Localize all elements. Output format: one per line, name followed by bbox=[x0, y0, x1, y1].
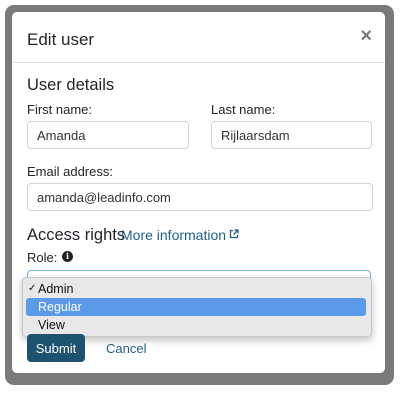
first-name-input[interactable] bbox=[27, 121, 189, 149]
role-option-label: Regular bbox=[38, 300, 82, 314]
last-name-input[interactable] bbox=[211, 121, 372, 149]
last-name-label: Last name: bbox=[211, 102, 276, 117]
role-option-view[interactable]: View bbox=[26, 316, 366, 334]
email-input[interactable] bbox=[27, 183, 373, 211]
access-rights-heading: Access rights bbox=[27, 226, 126, 244]
role-option-admin[interactable]: ✓ Admin bbox=[26, 280, 366, 298]
role-dropdown-menu: ✓ Admin Regular View bbox=[22, 277, 372, 337]
checkmark-icon: ✓ bbox=[28, 283, 37, 294]
info-icon: i bbox=[62, 251, 73, 262]
user-details-heading: User details bbox=[27, 76, 115, 94]
role-label: Role: bbox=[27, 250, 58, 265]
modal-title: Edit user bbox=[27, 30, 95, 49]
more-information-link[interactable]: More information bbox=[121, 227, 239, 243]
email-label: Email address: bbox=[27, 164, 113, 179]
more-information-label: More information bbox=[121, 227, 227, 243]
role-option-regular[interactable]: Regular bbox=[26, 298, 366, 316]
cancel-button[interactable]: Cancel bbox=[106, 341, 146, 356]
modal-header: Edit user × bbox=[12, 12, 385, 63]
submit-button[interactable]: Submit bbox=[27, 334, 85, 362]
external-link-icon bbox=[229, 229, 239, 239]
role-option-label: Admin bbox=[38, 282, 74, 296]
role-option-label: View bbox=[38, 318, 65, 332]
edit-user-modal: Edit user × User details First name: Las… bbox=[12, 12, 385, 373]
close-icon[interactable]: × bbox=[360, 26, 372, 46]
first-name-label: First name: bbox=[27, 102, 93, 117]
